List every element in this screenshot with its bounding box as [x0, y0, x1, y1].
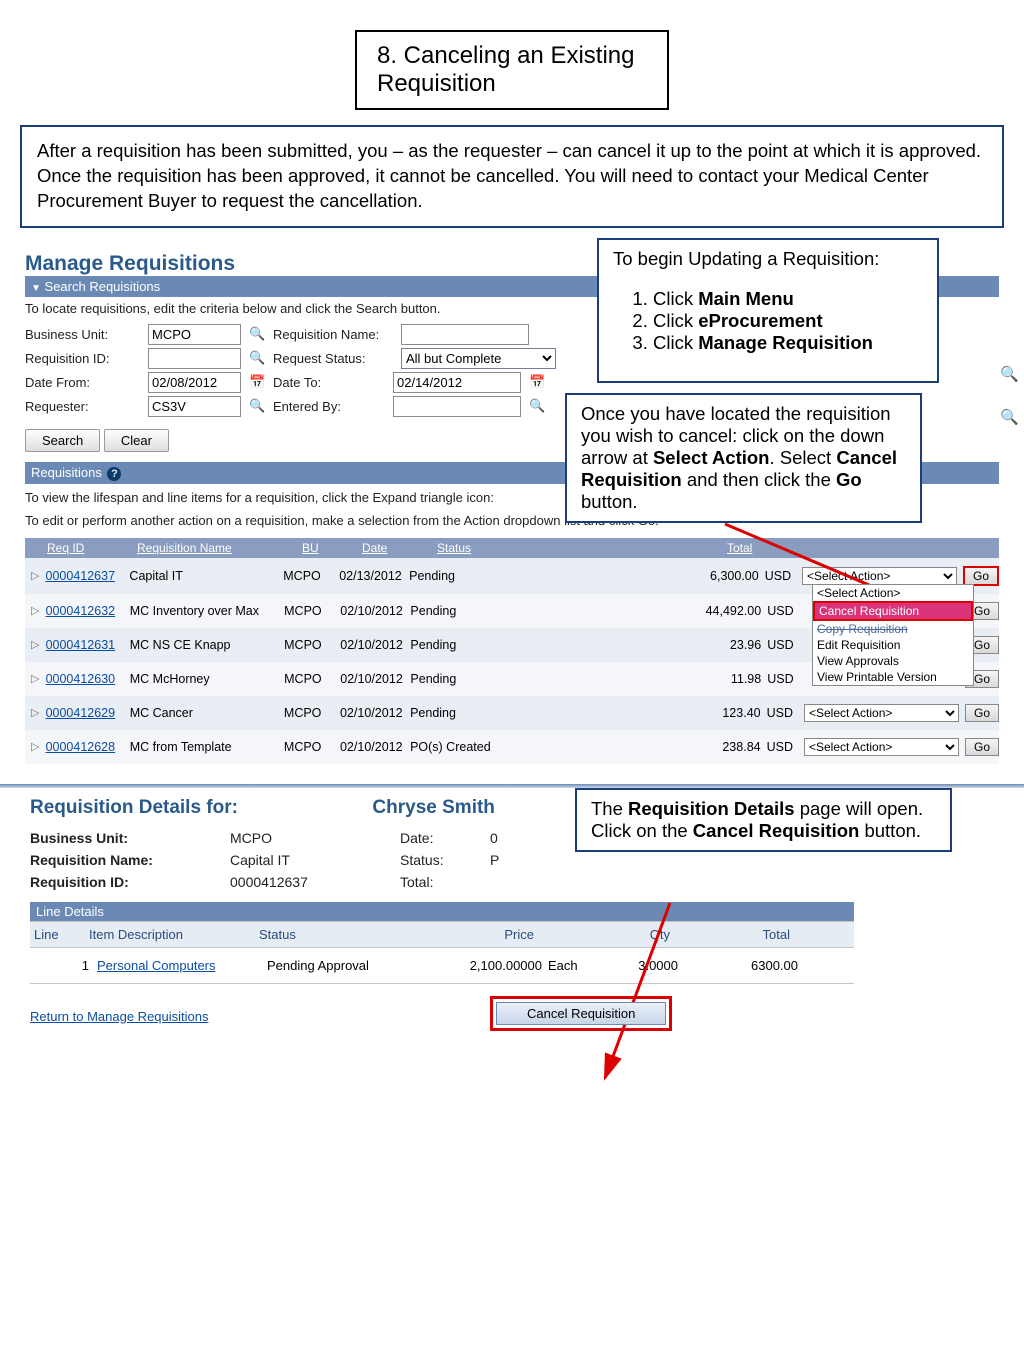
col-status[interactable]: Status	[437, 541, 727, 555]
input-reqid[interactable]	[148, 348, 241, 369]
label-from: Date From:	[25, 375, 140, 390]
item-link[interactable]: Personal Computers	[97, 958, 267, 973]
input-reqname[interactable]	[401, 324, 529, 345]
label-reqstatus: Request Status:	[273, 351, 393, 366]
reqid-link[interactable]: 0000412632	[46, 604, 130, 618]
cancel-requisition-button[interactable]: Cancel Requisition	[496, 1002, 666, 1025]
details-user: Chryse Smith	[372, 797, 494, 818]
lookup-icon[interactable]: 🔍	[1000, 408, 1019, 426]
go-button[interactable]: Go	[965, 704, 999, 722]
intro-instructions: After a requisition has been submitted, …	[20, 125, 1004, 228]
expand-icon[interactable]: ▷	[25, 740, 46, 753]
calendar-icon[interactable]: 📅	[529, 374, 545, 390]
col-total[interactable]: Total	[727, 541, 812, 555]
table-row: ▷ 0000412632 MC Inventory over Max MCPO …	[25, 594, 999, 628]
line-row: 1 Personal Computers Pending Approval 2,…	[30, 948, 854, 984]
lookup-icon[interactable]: 🔍	[249, 326, 265, 342]
action-option[interactable]: <Select Action>	[813, 585, 973, 601]
line-details-table: Line Item Description Status Price Qty T…	[30, 921, 854, 984]
table-row: ▷ 0000412629 MC Cancer MCPO 02/10/2012 P…	[25, 696, 999, 730]
line-header: Line Item Description Status Price Qty T…	[30, 921, 854, 948]
line-details-bar: Line Details	[30, 902, 854, 921]
callout-begin: To begin Updating a Requisition: Click M…	[597, 238, 939, 383]
action-select[interactable]: <Select Action>	[804, 738, 959, 756]
expand-icon[interactable]: ▷	[25, 604, 46, 617]
action-select[interactable]: <Select Action>	[802, 567, 957, 585]
lookup-icon[interactable]: 🔍	[249, 398, 265, 414]
col-date[interactable]: Date	[362, 541, 437, 555]
input-bu[interactable]	[148, 324, 241, 345]
col-bu[interactable]: BU	[302, 541, 362, 555]
details-title: Requisition Details for:	[30, 798, 238, 817]
go-button[interactable]: Go	[965, 738, 999, 756]
cancel-button-highlight: Cancel Requisition	[490, 996, 672, 1031]
input-to[interactable]	[393, 372, 521, 393]
input-requester[interactable]	[148, 396, 241, 417]
reqid-link[interactable]: 0000412630	[46, 672, 130, 686]
label-requester: Requester:	[25, 399, 140, 414]
action-option[interactable]: Copy Requisition	[813, 621, 973, 637]
col-name[interactable]: Requisition Name	[137, 541, 302, 555]
search-button[interactable]: Search	[25, 429, 100, 452]
lookup-icon[interactable]: 🔍	[529, 398, 545, 414]
table-header: Req ID Requisition Name BU Date Status T…	[25, 538, 999, 558]
select-status[interactable]: All but Complete	[401, 348, 556, 369]
action-dropdown-open[interactable]: <Select Action> Cancel Requisition Copy …	[812, 584, 974, 686]
lookup-icon[interactable]: 🔍	[249, 350, 265, 366]
label-entered: Entered By:	[273, 399, 385, 414]
reqid-link[interactable]: 0000412631	[46, 638, 130, 652]
reqid-link[interactable]: 0000412628	[46, 740, 130, 754]
expand-icon[interactable]: ▷	[25, 638, 46, 651]
expand-icon[interactable]: ▷	[25, 706, 46, 719]
label-to: Date To:	[273, 375, 385, 390]
lookup-icon[interactable]: 🔍	[1000, 365, 1019, 383]
action-option[interactable]: View Approvals	[813, 653, 973, 669]
action-select[interactable]: <Select Action>	[804, 704, 959, 722]
input-entered[interactable]	[393, 396, 521, 417]
label-reqname: Requisition Name:	[273, 327, 393, 342]
expand-icon[interactable]: ▷	[25, 672, 46, 685]
reqid-link[interactable]: 0000412637	[46, 569, 130, 583]
clear-button[interactable]: Clear	[104, 429, 169, 452]
go-button[interactable]: Go	[963, 566, 999, 586]
input-from[interactable]	[148, 372, 241, 393]
requisitions-table: Req ID Requisition Name BU Date Status T…	[25, 538, 999, 764]
callout-details: The Requisition Details page will open. …	[575, 788, 952, 852]
callout-locate: Once you have located the requisition yo…	[565, 393, 922, 523]
action-option[interactable]: View Printable Version	[813, 669, 973, 685]
col-reqid[interactable]: Req ID	[47, 541, 137, 555]
action-option[interactable]: Edit Requisition	[813, 637, 973, 653]
label-reqid: Requisition ID:	[25, 351, 140, 366]
table-row: ▷ 0000412628 MC from Template MCPO 02/10…	[25, 730, 999, 764]
action-option-cancel[interactable]: Cancel Requisition	[813, 601, 973, 621]
expand-icon[interactable]: ▷	[25, 569, 46, 582]
reqid-link[interactable]: 0000412629	[46, 706, 130, 720]
calendar-icon[interactable]: 📅	[249, 374, 265, 390]
label-bu: Business Unit:	[25, 327, 140, 342]
help-icon[interactable]: ?	[107, 467, 121, 481]
doc-title-box: 8. Canceling an Existing Requisition	[355, 30, 669, 110]
